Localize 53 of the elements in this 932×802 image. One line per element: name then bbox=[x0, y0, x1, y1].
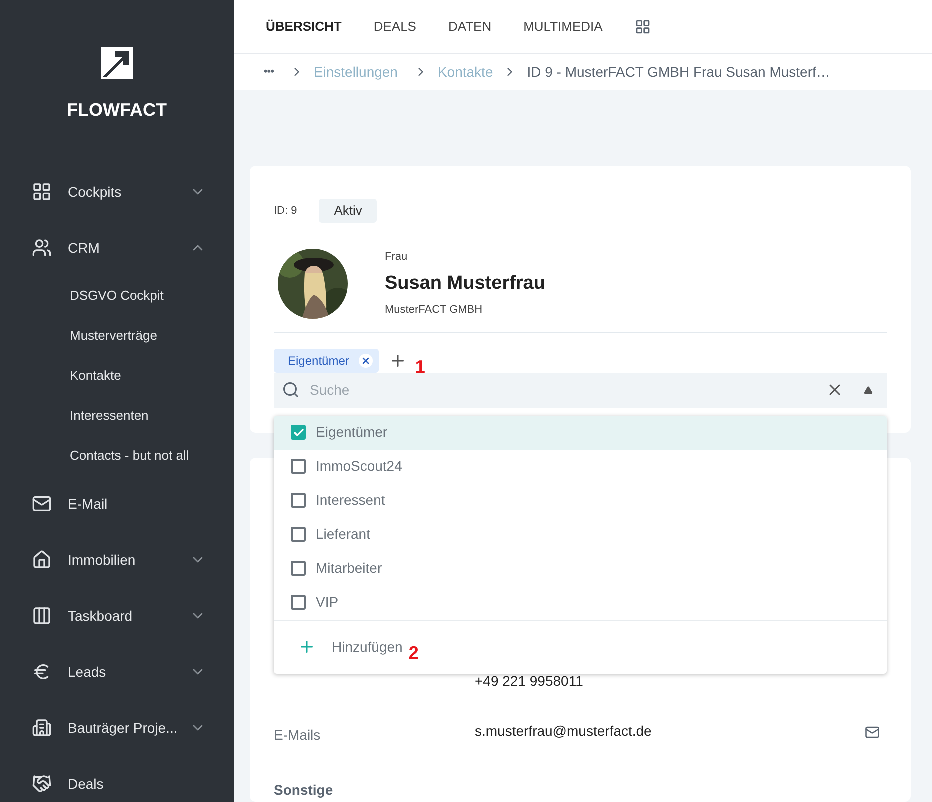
dropdown-option[interactable]: VIP bbox=[274, 586, 887, 620]
section-heading: Sonstige bbox=[274, 780, 334, 800]
sidebar-item[interactable]: Taskboard bbox=[0, 588, 234, 644]
dropdown-option[interactable]: Mitarbeiter bbox=[274, 552, 887, 586]
search-icon bbox=[282, 381, 300, 399]
status-badge: Aktiv bbox=[319, 199, 378, 222]
annotation-number: 1 bbox=[415, 358, 426, 376]
tab[interactable]: ÜBERSICHT bbox=[266, 16, 342, 36]
sidebar-item[interactable]: Leads bbox=[0, 644, 234, 700]
checkbox[interactable] bbox=[291, 425, 306, 440]
salutation: Frau bbox=[385, 250, 409, 265]
checkbox[interactable] bbox=[291, 561, 306, 576]
sidebar-item[interactable]: Cockpits bbox=[0, 164, 234, 220]
more-button[interactable]: ••• bbox=[264, 64, 274, 80]
checkbox[interactable] bbox=[291, 459, 306, 474]
search-field[interactable]: Suche bbox=[274, 372, 887, 408]
checkbox[interactable] bbox=[291, 527, 306, 542]
dropdown-option[interactable]: ImmoScout24 bbox=[274, 450, 887, 484]
add-button[interactable]: Hinzufügen bbox=[298, 636, 403, 658]
collapse-icon[interactable] bbox=[864, 386, 873, 394]
email-address: s.musterfrau@musterfact.de bbox=[475, 722, 653, 740]
dropdown-option[interactable]: Interessent bbox=[274, 484, 887, 518]
sidebar-item[interactable]: CRM bbox=[0, 220, 234, 276]
search-input[interactable]: Suche bbox=[310, 380, 816, 400]
contact-id: ID: 9 bbox=[274, 204, 298, 218]
contact-name: Susan Musterfrau bbox=[385, 272, 546, 296]
sidebar-subitem[interactable]: Interessenten bbox=[0, 396, 234, 436]
brand-name: FLOWFACT bbox=[67, 99, 167, 122]
sidebar-subitem[interactable]: Kontakte bbox=[0, 356, 234, 396]
plus-icon bbox=[298, 638, 316, 656]
checkbox[interactable] bbox=[291, 493, 306, 508]
tab[interactable]: MULTIMEDIA bbox=[524, 16, 603, 36]
mail-icon[interactable] bbox=[865, 724, 880, 740]
tab[interactable]: DEALS bbox=[374, 16, 416, 36]
remove-icon[interactable] bbox=[359, 354, 374, 368]
sidebar-item[interactable]: Deals bbox=[0, 756, 234, 802]
sidebar-subitem[interactable]: Musterverträge bbox=[0, 316, 234, 356]
annotation-number: 2 bbox=[408, 644, 419, 662]
tag-chip: Eigentümer bbox=[274, 348, 380, 372]
company-name: MusterFACT GMBH bbox=[385, 302, 484, 318]
dropdown-option[interactable]: Lieferant bbox=[274, 518, 887, 552]
logo-icon bbox=[101, 47, 133, 79]
check-icon bbox=[292, 426, 304, 438]
field-label: E-Mails bbox=[274, 726, 322, 744]
sidebar-item[interactable]: Immobilien bbox=[0, 532, 234, 588]
tab[interactable]: DATEN bbox=[448, 16, 492, 36]
breadcrumb-current: ID 9 - MusterFACT GMBH Frau Susan Musterf… bbox=[527, 62, 830, 82]
sidebar-subitem[interactable]: DSGVO Cockpit bbox=[0, 276, 234, 316]
sidebar-item[interactable]: Bauträger Proje... bbox=[0, 700, 234, 756]
phone-number: +49 221 9958011 bbox=[475, 672, 584, 690]
sidebar-subitem[interactable]: Contacts - but not all bbox=[0, 436, 234, 476]
sidebar-item[interactable]: E-Mail bbox=[0, 476, 234, 532]
checkbox[interactable] bbox=[291, 595, 306, 610]
